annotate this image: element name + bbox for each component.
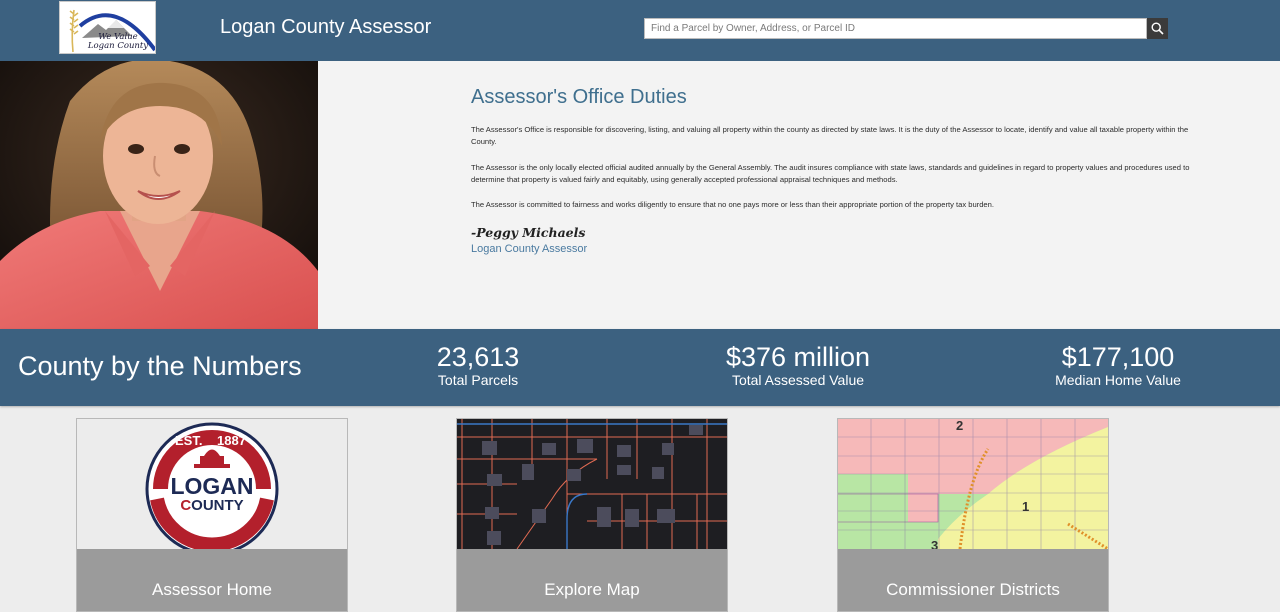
district-number: 1 — [1022, 499, 1030, 514]
district-number: 3 — [931, 538, 939, 549]
duties-paragraph: The Assessor is the only locally elected… — [471, 163, 1190, 185]
assessor-portrait — [0, 61, 318, 329]
seal-year: 1887 — [217, 433, 246, 448]
stat-label: Total Assessed Value — [731, 372, 865, 388]
seal-line2: COUNTY — [162, 497, 262, 515]
seal-est: EST. — [175, 433, 203, 448]
stat-total-parcels: 23,613 Total Parcels — [398, 341, 558, 389]
stat-value: $177,100 — [1061, 342, 1175, 372]
portrait-image — [0, 61, 318, 329]
stat-label: Total Parcels — [437, 372, 519, 388]
logo-text: We Value Logan County — [82, 33, 154, 51]
card-label[interactable]: Commissioner Districts — [838, 580, 1108, 600]
county-logo[interactable]: We Value Logan County — [59, 1, 156, 54]
seal-line2-first: C — [180, 497, 192, 514]
duties-paragraph: The Assessor's Office is responsible for… — [471, 125, 1189, 147]
site-header: We Value Logan County Logan County Asses… — [0, 0, 1280, 61]
site-title[interactable]: Logan County Assessor — [220, 16, 431, 39]
district-number: 2 — [956, 419, 964, 433]
signature-name: -Peggy Michaels — [471, 225, 586, 240]
stat-value: $376 million — [725, 342, 871, 372]
districts-thumbnail-graphic — [838, 419, 1108, 549]
stat-label: Median Home Value — [1055, 372, 1181, 388]
seal-bottom: COLORADO — [185, 523, 239, 533]
card-label[interactable]: Explore Map — [457, 580, 727, 600]
commissioner-districts-card[interactable]: 2 1 3 Commissioner Districts — [837, 418, 1109, 612]
parcel-search-input[interactable] — [644, 18, 1147, 39]
search-icon — [1151, 22, 1164, 35]
county-numbers-band: County by the Numbers 23,613 Total Parce… — [0, 329, 1280, 406]
assessor-section: Assessor's Office Duties The Assessor's … — [0, 61, 1280, 329]
search-button[interactable] — [1147, 18, 1168, 39]
map-thumbnail-graphic — [457, 419, 727, 549]
seal-line2-rest: OUNTY — [191, 497, 244, 514]
logo-text-line2: Logan County — [87, 41, 149, 51]
duties-paragraph: The Assessor is committed to fairness an… — [471, 200, 994, 209]
stat-median-home-value: $177,100 Median Home Value — [1038, 341, 1198, 389]
stat-total-assessed-value: $376 million Total Assessed Value — [698, 341, 898, 389]
duties-heading: Assessor's Office Duties — [471, 86, 687, 108]
seal-line1: LOGAN — [170, 473, 254, 499]
signature-title: Logan County Assessor — [471, 243, 588, 255]
assessor-home-card[interactable]: EST. 1887 LOGAN COUNTY COLORADO Assessor… — [76, 418, 348, 612]
numbers-title: County by the Numbers — [18, 351, 302, 381]
explore-map-card[interactable]: Explore Map — [456, 418, 728, 612]
stat-value: 23,613 — [436, 342, 520, 372]
districts-thumbnail: 2 1 3 — [838, 419, 1108, 549]
county-seal: EST. 1887 LOGAN COUNTY COLORADO — [77, 419, 347, 549]
map-thumbnail — [457, 419, 727, 549]
card-label[interactable]: Assessor Home — [77, 580, 347, 600]
